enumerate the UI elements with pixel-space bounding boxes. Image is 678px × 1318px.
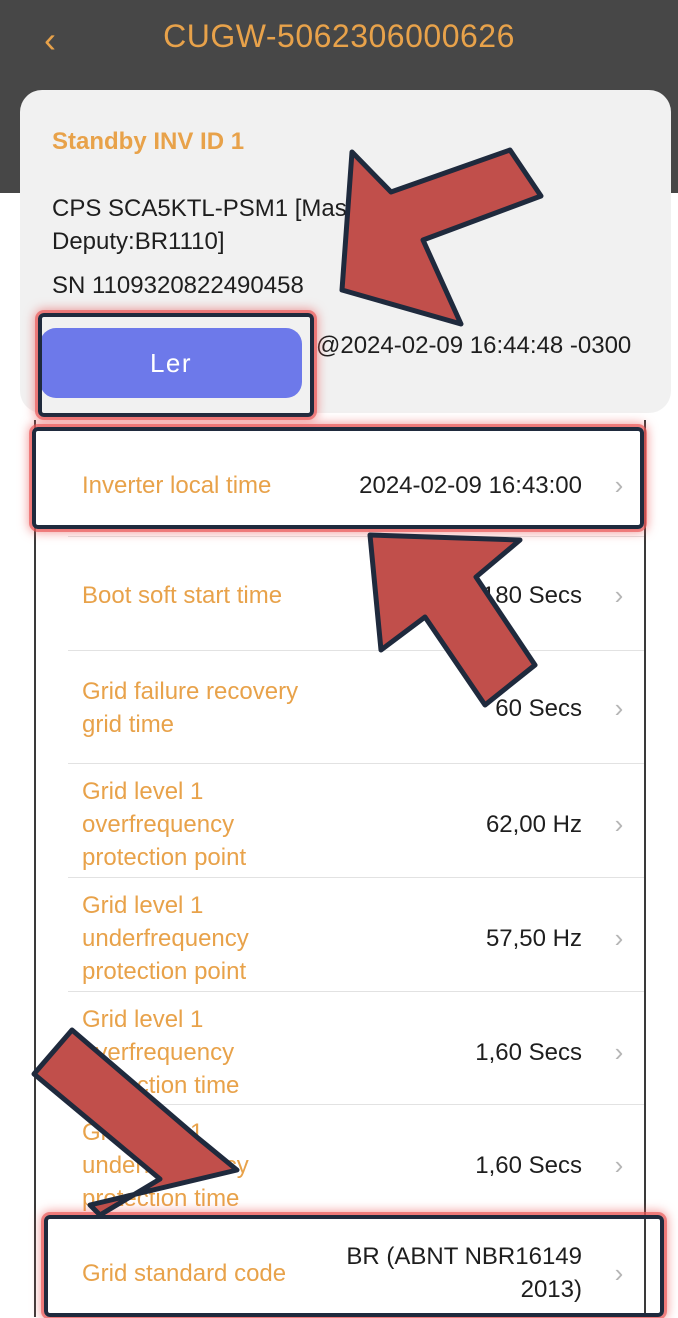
inverter-card: Standby INV ID 1 CPS SCA5KTL-PSM1 [Maste… (20, 90, 671, 413)
read-timestamp: @2024-02-09 16:44:48 -0300 (316, 332, 632, 359)
param-value: 62,00 Hz (485, 811, 582, 838)
inverter-id-heading: Standby INV ID 1 (52, 128, 245, 155)
list-item-grid-standard-code[interactable]: Grid standard code BR (ABNT NBR16149 201… (36, 1228, 644, 1318)
param-label: Grid failure recovery grid time (82, 678, 299, 738)
chevron-right-icon: › (614, 692, 624, 723)
param-label: Boot soft start time (82, 581, 283, 609)
divider (68, 1104, 644, 1105)
list-item-overfrequency-point[interactable]: Grid level 1 overfrequency protection po… (36, 772, 644, 877)
param-label: Grid level 1 overfrequency protection ti… (82, 1006, 240, 1099)
param-label: Grid standard code (82, 1259, 287, 1287)
chevron-right-icon: › (614, 579, 624, 610)
divider (68, 991, 644, 992)
param-value: 180 Secs (481, 581, 582, 609)
param-label: Inverter local time (82, 471, 272, 499)
chevron-right-icon: › (614, 1150, 624, 1180)
inverter-model: CPS SCA5KTL-PSM1 [Master:BR1110; Deputy:… (52, 195, 472, 255)
read-button[interactable]: Ler (40, 328, 302, 398)
parameter-list: Inverter local time 2024-02-09 16:43:00 … (34, 420, 646, 1317)
divider (68, 1218, 644, 1219)
divider (68, 650, 644, 651)
param-label: Grid level 1 overfrequency protection po… (82, 778, 247, 871)
chevron-right-icon: › (614, 469, 624, 500)
chevron-right-icon: › (614, 809, 624, 839)
chevron-right-icon: › (614, 1257, 624, 1288)
list-item-underfrequency-time[interactable]: Grid level 1 underfrequency protection t… (36, 1113, 644, 1218)
list-item-boot-soft-start-time[interactable]: Boot soft start time 180 Secs › (36, 550, 644, 640)
list-item-overfrequency-time[interactable]: Grid level 1 overfrequency protection ti… (36, 1000, 644, 1105)
param-value: 60 Secs (495, 694, 582, 722)
serial-number: SN 1109320822490458 (52, 272, 304, 299)
chevron-right-icon: › (614, 923, 624, 953)
page-title: CUGW-5062306000626 (163, 18, 515, 54)
param-value: 57,50 Hz (485, 925, 582, 952)
chevron-right-icon: › (614, 1037, 624, 1067)
param-value: 2024-02-09 16:43:00 (359, 471, 582, 499)
param-value: 1,60 Secs (475, 1039, 582, 1066)
param-value: 1,60 Secs (475, 1152, 582, 1179)
list-item-underfrequency-point[interactable]: Grid level 1 underfrequency protection p… (36, 886, 644, 991)
divider (68, 536, 644, 537)
divider (68, 877, 644, 878)
param-label: Grid level 1 underfrequency protection p… (82, 892, 249, 985)
list-item-grid-failure-recovery[interactable]: Grid failure recovery grid time 60 Secs … (36, 663, 644, 753)
param-label: Grid level 1 underfrequency protection t… (82, 1119, 249, 1212)
list-item-inverter-local-time[interactable]: Inverter local time 2024-02-09 16:43:00 … (36, 440, 644, 530)
divider (68, 763, 644, 764)
param-value: BR (ABNT NBR16149 2013) (346, 1243, 582, 1303)
